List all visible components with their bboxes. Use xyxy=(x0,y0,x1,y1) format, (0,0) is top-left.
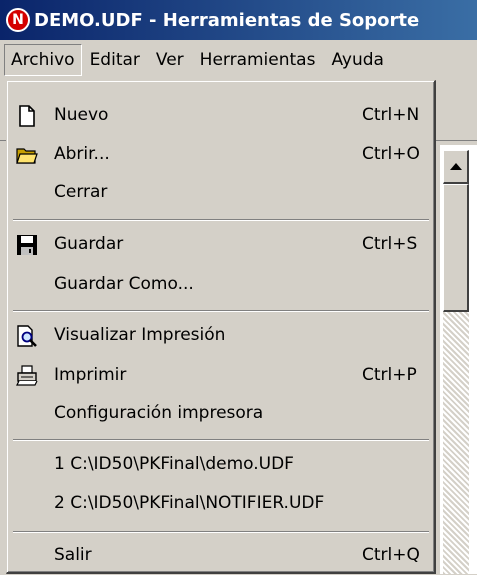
arrow-up-icon xyxy=(449,163,462,170)
scroll-up-button[interactable] xyxy=(443,150,469,184)
menu-bar: Archivo Editar Ver Herramientas Ayuda xyxy=(0,40,477,80)
menu-item-cerrar[interactable]: Cerrar xyxy=(10,174,432,212)
menu-editar[interactable]: Editar xyxy=(82,45,148,75)
shortcut-label: Ctrl+N xyxy=(362,105,420,125)
menu-item-visualizar-impresion[interactable]: Visualizar Impresión xyxy=(10,317,432,355)
shortcut-label: Ctrl+O xyxy=(362,144,420,164)
menu-item-guardar-como[interactable]: Guardar Como... xyxy=(10,266,432,304)
menu-item-label: Salir xyxy=(54,545,92,565)
menu-item-label: Imprimir xyxy=(54,365,127,385)
menu-item-label: 2 C:\ID50\PKFinal\NOTIFIER.UDF xyxy=(54,493,325,513)
menu-separator xyxy=(13,531,429,533)
menu-separator xyxy=(13,219,429,221)
menu-item-guardar[interactable]: Guardar Ctrl+S xyxy=(10,226,432,264)
app-logo-icon[interactable]: N xyxy=(6,8,30,32)
shortcut-label: Ctrl+P xyxy=(362,365,417,385)
title-bar[interactable]: N DEMO.UDF - Herramientas de Soporte xyxy=(0,0,477,40)
menu-item-label: Guardar Como... xyxy=(54,274,194,294)
menu-ayuda[interactable]: Ayuda xyxy=(323,45,392,75)
floppy-disk-icon xyxy=(17,235,37,255)
print-preview-icon xyxy=(17,325,37,347)
window-title: DEMO.UDF - Herramientas de Soporte xyxy=(34,9,420,31)
menu-item-recent-file-1[interactable]: 1 C:\ID50\PKFinal\demo.UDF xyxy=(10,446,432,484)
open-folder-icon xyxy=(16,148,38,164)
menu-item-label: Abrir... xyxy=(54,144,110,164)
menu-item-imprimir[interactable]: Imprimir Ctrl+P xyxy=(10,357,432,395)
menu-item-label: Nuevo xyxy=(54,105,109,125)
file-menu-dropdown: Nuevo Ctrl+N Abrir... Ctrl+O Cerrar Guar… xyxy=(6,80,436,574)
menu-archivo[interactable]: Archivo xyxy=(4,44,82,76)
menu-herramientas[interactable]: Herramientas xyxy=(192,45,324,75)
menu-item-label: Visualizar Impresión xyxy=(54,325,226,345)
shortcut-label: Ctrl+Q xyxy=(362,545,420,565)
menu-item-abrir[interactable]: Abrir... Ctrl+O xyxy=(10,136,432,174)
new-document-icon xyxy=(19,105,35,127)
menu-item-label: Cerrar xyxy=(54,182,108,202)
menu-separator xyxy=(13,439,429,441)
printer-icon xyxy=(16,365,38,386)
menu-item-recent-file-2[interactable]: 2 C:\ID50\PKFinal\NOTIFIER.UDF xyxy=(10,485,432,523)
menu-item-configuracion-impresora[interactable]: Configuración impresora xyxy=(10,395,432,433)
vertical-scrollbar[interactable] xyxy=(443,150,469,574)
shortcut-label: Ctrl+S xyxy=(362,234,418,254)
menu-item-label: Configuración impresora xyxy=(54,403,264,423)
menu-item-nuevo[interactable]: Nuevo Ctrl+N xyxy=(10,97,432,135)
menu-separator xyxy=(13,310,429,312)
menu-item-label: 1 C:\ID50\PKFinal\demo.UDF xyxy=(54,454,294,474)
scroll-thumb[interactable] xyxy=(443,184,469,312)
menu-ver[interactable]: Ver xyxy=(148,45,192,75)
menu-item-salir[interactable]: Salir Ctrl+Q xyxy=(10,537,432,575)
menu-item-label: Guardar xyxy=(54,234,124,254)
